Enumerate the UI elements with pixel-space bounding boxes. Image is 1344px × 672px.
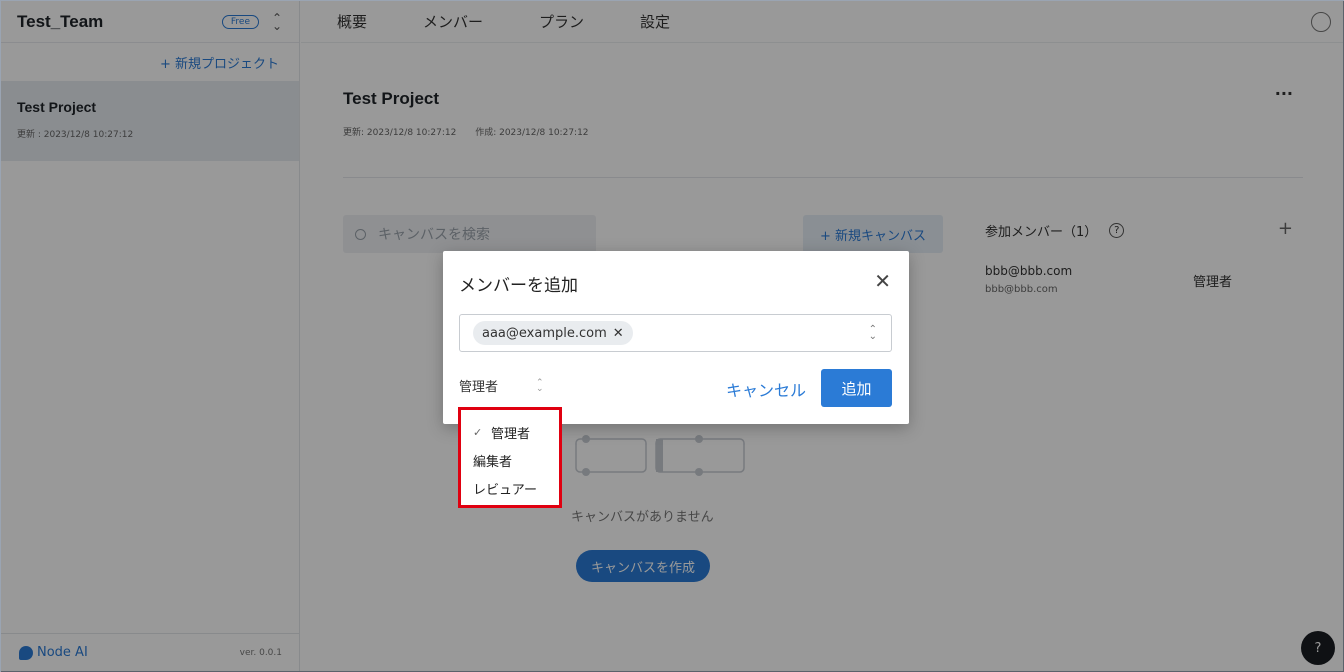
role-option-label: 編集者 — [473, 454, 513, 470]
modal-title: メンバーを追加 — [459, 276, 578, 296]
role-option-admin[interactable]: ✓ 管理者 — [461, 418, 559, 446]
close-icon[interactable]: ✕ — [874, 271, 891, 291]
chip-remove-icon[interactable]: ✕ — [613, 326, 624, 341]
add-member-modal: メンバーを追加 ✕ aaa@example.com ✕ ⌃ ⌄ 管理者 ⌃ ⌄ キャ… — [443, 251, 909, 424]
chevron-updown-icon: ⌃ ⌄ — [536, 377, 544, 394]
role-option-label: レビュアー — [473, 482, 537, 498]
role-select[interactable]: 管理者 ⌃ ⌄ — [459, 376, 544, 395]
email-chip: aaa@example.com ✕ — [473, 321, 633, 345]
email-chip-label: aaa@example.com — [482, 325, 607, 341]
member-email-input[interactable]: aaa@example.com ✕ ⌃ ⌄ — [459, 314, 892, 352]
submit-add-button[interactable]: 追加 — [821, 369, 892, 407]
role-option-reviewer[interactable]: レビュアー — [461, 474, 559, 502]
role-option-editor[interactable]: 編集者 — [461, 446, 559, 474]
cancel-button[interactable]: キャンセル — [726, 377, 806, 401]
role-dropdown: ✓ 管理者 編集者 レビュアー — [458, 407, 562, 508]
role-select-value: 管理者 — [459, 380, 499, 395]
role-option-label: 管理者 — [491, 426, 531, 442]
check-icon: ✓ — [473, 425, 483, 439]
chevron-updown-icon[interactable]: ⌃ ⌄ — [869, 325, 877, 342]
